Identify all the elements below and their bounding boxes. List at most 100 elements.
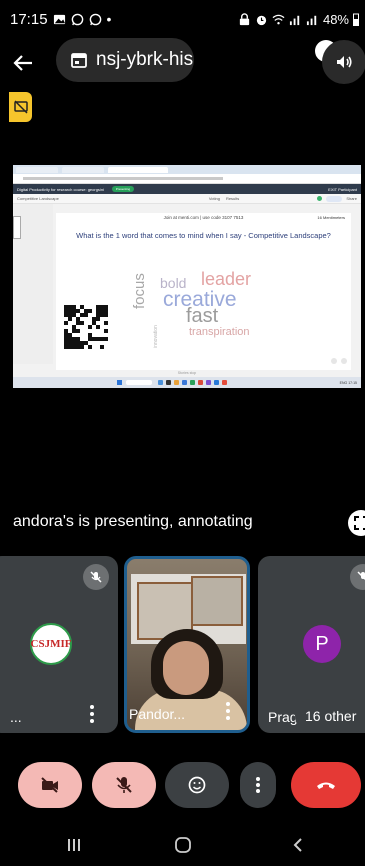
qr-module: [80, 345, 84, 349]
recents-button[interactable]: [54, 830, 94, 860]
word-cloud-item: focus: [131, 273, 148, 309]
qr-module: [96, 325, 100, 329]
clock: 17:15: [10, 10, 48, 28]
stop-sharing-button[interactable]: [9, 92, 32, 122]
end-call-button[interactable]: [291, 762, 361, 808]
menti-button: [326, 195, 343, 202]
response-count: 16 Mentimeters: [317, 215, 345, 220]
camera-toggle-button[interactable]: [18, 762, 82, 808]
meeting-code-chip[interactable]: nsj-ybrk-his: [56, 38, 194, 82]
qr-module: [64, 321, 68, 325]
participant-name: Pandor...: [129, 706, 186, 722]
recents-icon: [68, 839, 80, 851]
participant-tile[interactable]: CSJMIF ...: [0, 556, 118, 733]
slide-thumbnail: [13, 216, 21, 239]
screen-share-off-icon: [13, 100, 28, 114]
participant-name: Prag: [268, 709, 298, 725]
more-options-button[interactable]: [225, 702, 231, 720]
participant-name: ...: [10, 709, 22, 725]
mic-off-icon: [357, 571, 365, 581]
live-dot: [317, 196, 323, 201]
qr-module: [76, 329, 80, 333]
qr-module: [96, 317, 100, 321]
whatsapp-icon: [89, 13, 101, 25]
word-cloud-item: innovation: [153, 325, 159, 348]
signal-icon: [289, 15, 300, 25]
menti-title: Competitive Landscape: [17, 196, 59, 201]
browser-tab: [62, 166, 104, 173]
browser-tab-bar: [13, 165, 361, 174]
mic-off-icon: [116, 777, 132, 793]
qr-module: [104, 321, 108, 325]
back-button[interactable]: [6, 46, 40, 80]
qr-module: [104, 329, 108, 333]
notification-dot-icon: •: [106, 11, 112, 27]
others-count-badge[interactable]: 16 other: [295, 699, 365, 733]
home-button[interactable]: [163, 830, 203, 860]
slide-control-button: [331, 358, 337, 364]
back-nav-button[interactable]: [278, 830, 318, 860]
signal-icon: [306, 15, 317, 25]
fullscreen-button[interactable]: [348, 510, 365, 536]
whatsapp-icon: [71, 13, 83, 25]
alarm-icon: [256, 15, 267, 25]
mic-off-badge: [350, 564, 365, 590]
qr-module: [84, 313, 88, 317]
browser-tab: [16, 166, 58, 173]
word-cloud-item: fast: [186, 305, 219, 327]
qr-module: [104, 337, 108, 341]
arrow-left-icon: [13, 55, 32, 71]
logo-text: CSJMIF: [30, 638, 72, 650]
windows-start-icon: [117, 380, 122, 385]
more-options-button[interactable]: [89, 705, 95, 723]
word-cloud-item: leader: [201, 269, 252, 289]
qr-code: [64, 303, 108, 351]
menti-tab: Results: [225, 196, 240, 201]
shared-screen[interactable]: Digital Productivity for research course…: [13, 165, 361, 388]
presenting-banner: andora's is presenting, annotating: [13, 513, 253, 530]
meeting-app-bar: Digital Productivity for research course…: [13, 184, 361, 194]
participant-tile-active[interactable]: Pandor...: [124, 556, 250, 733]
taskbar-apps: [158, 380, 227, 385]
taskbar-search: [126, 380, 152, 385]
qr-module: [88, 309, 92, 313]
qr-module: [88, 325, 92, 329]
wifi-icon: [272, 14, 285, 24]
mic-toggle-button[interactable]: [92, 762, 156, 808]
windows-taskbar: ENG 17:15: [13, 377, 361, 388]
person-face: [163, 641, 209, 695]
avatar: P: [303, 625, 341, 663]
hang-up-icon: [317, 782, 335, 789]
presenting-pill: Presenting: [111, 186, 134, 192]
more-options-button[interactable]: [240, 762, 276, 808]
slide-question: What is the 1 word that comes to mind wh…: [76, 231, 331, 240]
avatar-letter: P: [315, 632, 329, 655]
battery-percent: 48%: [322, 11, 349, 27]
chevron-left-icon: [293, 838, 302, 852]
menti-tab: Voting: [208, 196, 220, 201]
browser-url-bar: [13, 174, 361, 184]
mic-off-badge: [83, 564, 109, 590]
qr-module: [88, 345, 92, 349]
qr-module: [104, 313, 108, 317]
gallery-icon: [53, 14, 65, 24]
more-vertical-icon: [256, 777, 260, 793]
word-cloud-item: transpiration: [189, 326, 250, 338]
browser-tab: [108, 166, 168, 173]
status-bar: 17:15 • 48%: [0, 0, 365, 38]
emoji-icon: [188, 776, 206, 794]
participant-logo: CSJMIF: [30, 623, 72, 665]
qr-module: [100, 345, 104, 349]
qr-module: [68, 317, 72, 321]
camera-off-icon: [41, 777, 58, 793]
share-label: Share: [346, 196, 357, 201]
speaker-icon: [337, 56, 352, 68]
app-title: Digital Productivity for research course…: [17, 186, 104, 192]
reactions-button[interactable]: [165, 762, 229, 808]
system-navigation-bar: [0, 822, 365, 866]
call-controls: [0, 746, 365, 822]
audio-output-button[interactable]: [322, 40, 365, 84]
mic-off-icon: [90, 571, 102, 583]
menti-toolbar: Competitive Landscape Voting Results Sha…: [13, 194, 361, 204]
qr-module: [80, 321, 84, 325]
